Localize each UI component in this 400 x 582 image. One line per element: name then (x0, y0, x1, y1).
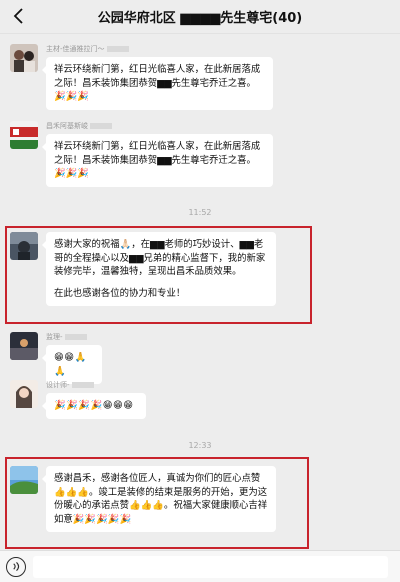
message-item: 设计师- 🎉🎉🎉🎉😁😁😁 (10, 380, 146, 419)
timestamp: 11:52 (188, 208, 212, 217)
message-bubble[interactable]: 祥云环绕新门第，红日光临喜人家，在此新居落成之际！昌禾装饰集团恭贺▆▆先生尊宅乔… (42, 134, 273, 187)
message-item: 监理- 😁😁🙏🙏 (10, 332, 102, 385)
sender-name: 监理- (46, 332, 102, 342)
message-input[interactable] (33, 555, 388, 578)
timestamp: 12:33 (188, 441, 212, 450)
message-item: 主材-佳通推拉门～ 祥云环绕新门第，红日光临喜人家，在此新居落成之际！昌禾装饰集… (10, 44, 273, 110)
chat-header: 公园华府北区 ▆▆▆▆先生尊宅(40) (0, 0, 400, 34)
message-text: 祥云环绕新门第，红日光临喜人家，在此新居落成之际！昌禾装饰集团恭贺▆▆先生尊宅乔… (54, 141, 261, 180)
avatar[interactable] (10, 44, 38, 72)
sender-name: 设计师- (46, 380, 146, 390)
message-bubble[interactable]: 感谢大家的祝福🙏🏻，在▆▆老师的巧妙设计、▆▆老哥的全程操心以及▆▆兄弟的精心监… (42, 232, 276, 307)
message-bubble[interactable]: 🎉🎉🎉🎉😁😁😁 (42, 393, 146, 419)
message-text: 祥云环绕新门第，红日光临喜人家，在此新居落成之际！昌禾装饰集团恭贺▆▆先生尊宅乔… (54, 64, 261, 103)
voice-icon[interactable] (6, 556, 26, 577)
input-bar (0, 550, 400, 582)
avatar[interactable] (10, 380, 38, 408)
message-bubble[interactable]: 祥云环绕新门第，红日光临喜人家，在此新居落成之际！昌禾装饰集团恭贺▆▆先生尊宅乔… (42, 57, 273, 110)
message-text: 在此也感谢各位的协力和专业！ (54, 287, 186, 299)
sender-name: 昌禾阿基斯峻 (46, 121, 273, 131)
message-bubble[interactable]: 感谢昌禾，感谢各位匠人，真诚为你们的匠心点赞👍👍👍。竣工是装修的结束是服务的开始… (42, 466, 276, 533)
avatar[interactable] (10, 332, 38, 360)
message-text: 感谢昌禾，感谢各位匠人，真诚为你们的匠心点赞👍👍👍。竣工是装修的结束是服务的开始… (54, 473, 268, 525)
message-item: 昌禾阿基斯峻 祥云环绕新门第，红日光临喜人家，在此新居落成之际！昌禾装饰集团恭贺… (10, 121, 273, 187)
chat-title: 公园华府北区 ▆▆▆▆先生尊宅(40) (97, 11, 303, 26)
sender-name: 主材-佳通推拉门～ (46, 44, 273, 54)
message-item: 感谢昌禾，感谢各位匠人，真诚为你们的匠心点赞👍👍👍。竣工是装修的结束是服务的开始… (10, 466, 276, 533)
message-item: 感谢大家的祝福🙏🏻，在▆▆老师的巧妙设计、▆▆老哥的全程操心以及▆▆兄弟的精心监… (10, 232, 276, 307)
avatar[interactable] (10, 121, 38, 149)
message-text: 😁😁🙏🙏 (54, 352, 87, 377)
message-text: 🎉🎉🎉🎉😁😁😁 (54, 400, 134, 411)
avatar[interactable] (10, 232, 38, 260)
message-bubble[interactable]: 😁😁🙏🙏 (42, 345, 102, 385)
chevron-left-icon[interactable] (8, 4, 30, 28)
message-text: 感谢大家的祝福🙏🏻，在▆▆老师的巧妙设计、▆▆老哥的全程操心以及▆▆兄弟的精心监… (54, 239, 266, 278)
avatar[interactable] (10, 466, 38, 494)
